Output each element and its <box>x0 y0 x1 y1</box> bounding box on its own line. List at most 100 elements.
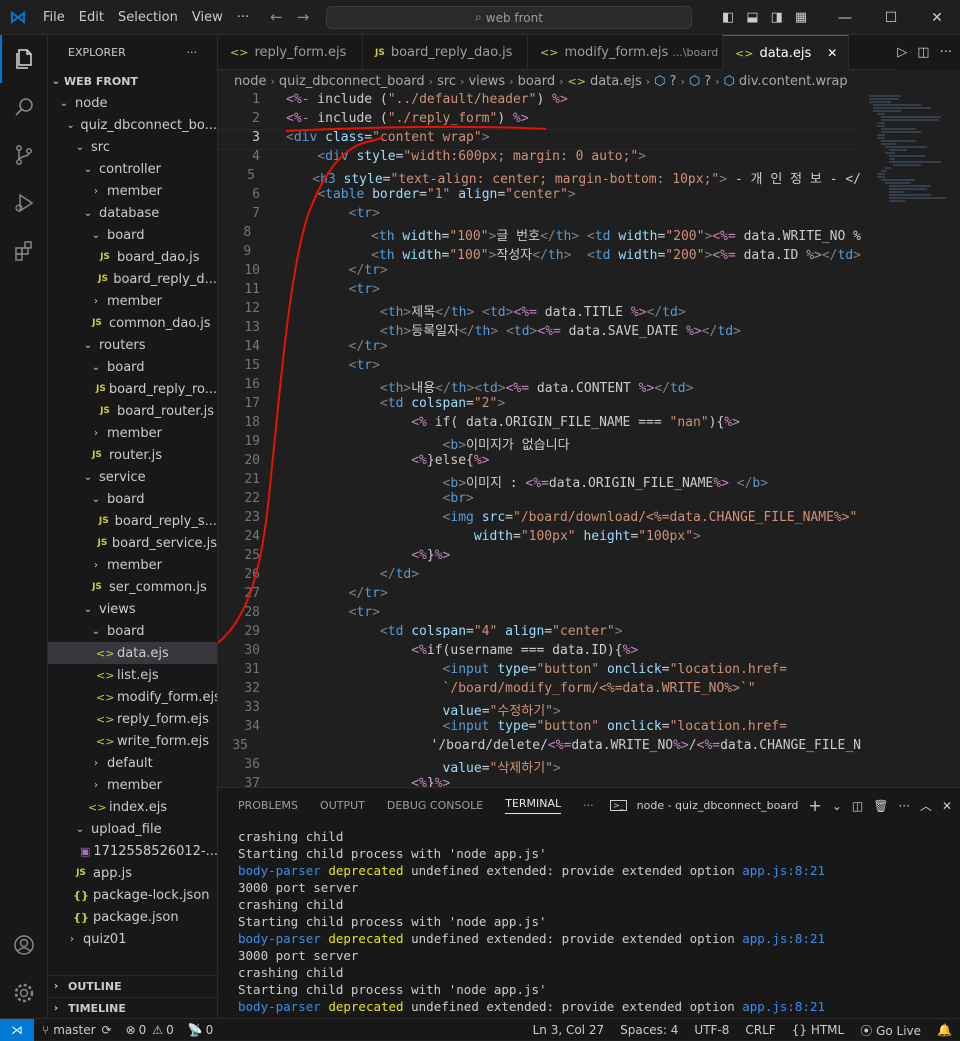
maximize-panel-icon[interactable]: ︿ <box>920 797 932 814</box>
tree-file[interactable]: JS ser_common.js <box>48 576 217 598</box>
outline-section[interactable]: › OUTLINE <box>48 975 217 997</box>
remote-indicator-icon[interactable]: ⋊ <box>0 1018 34 1041</box>
panel-more-icon[interactable]: ··· <box>898 799 909 813</box>
tree-file[interactable]: JS common_dao.js <box>48 312 217 334</box>
menu-selection[interactable]: Selection <box>111 0 185 35</box>
notifications-bell-icon[interactable]: 🔔 <box>937 1023 952 1037</box>
tab-terminal[interactable]: TERMINAL <box>505 797 562 814</box>
panel-more-icon[interactable]: ··· <box>583 799 594 812</box>
tree-folder[interactable]: ⌄ upload_file <box>48 818 217 840</box>
tree-file[interactable]: {} package-lock.json <box>48 884 217 906</box>
terminal-segment[interactable]: app.js:8:21 <box>742 931 825 946</box>
tree-file[interactable]: JS app.js <box>48 862 217 884</box>
run-debug-icon[interactable] <box>0 179 48 227</box>
tree-file[interactable]: JS board_router.js <box>48 400 217 422</box>
tree-file[interactable]: <> reply_form.ejs <box>48 708 217 730</box>
minimize-icon[interactable]: — <box>822 10 868 26</box>
tree-folder[interactable]: ⌄ database <box>48 202 217 224</box>
forward-arrow-icon[interactable]: → <box>297 8 310 26</box>
tree-folder[interactable]: ⌄ src <box>48 136 217 158</box>
warning-count[interactable]: 0 <box>166 1023 174 1037</box>
menu-more[interactable]: ··· <box>230 0 256 35</box>
menu-view[interactable]: View <box>185 0 230 35</box>
tree-folder[interactable]: › member <box>48 554 217 576</box>
line-ending[interactable]: CRLF <box>745 1023 775 1037</box>
command-center-search[interactable]: ⌕ web front <box>326 6 692 29</box>
close-panel-icon[interactable]: ✕ <box>942 799 952 813</box>
tree-folder[interactable]: ⌄ board <box>48 356 217 378</box>
tree-file[interactable]: ▣ 1712558526012-... <box>48 840 217 862</box>
tree-folder[interactable]: › member <box>48 180 217 202</box>
maximize-icon[interactable]: ☐ <box>868 10 914 26</box>
chevron-down-icon: ⌄ <box>59 97 69 109</box>
customize-layout-icon[interactable]: ▦ <box>795 10 807 25</box>
sync-icon[interactable]: ⟳ <box>102 1023 112 1037</box>
go-live-button[interactable]: ⦿ Go Live <box>860 1022 921 1039</box>
toggle-sidebar-icon[interactable]: ◧ <box>722 10 734 25</box>
tree-folder[interactable]: › default <box>48 752 217 774</box>
tree-folder[interactable]: ⌄ board <box>48 488 217 510</box>
terminal-name[interactable]: node - quiz_dbconnect_board <box>637 799 799 812</box>
bottom-panel: PROBLEMS OUTPUT DEBUG CONSOLE TERMINAL ·… <box>218 787 960 1018</box>
timeline-section[interactable]: › TIMELINE <box>48 997 217 1018</box>
accounts-icon[interactable] <box>0 921 48 969</box>
tree-file[interactable]: <> write_form.ejs <box>48 730 217 752</box>
tree-folder[interactable]: ⌄ board <box>48 224 217 246</box>
ports-count[interactable]: 0 <box>206 1023 214 1037</box>
tree-folder[interactable]: ⌄ views <box>48 598 217 620</box>
tree-file[interactable]: JS board_service.js <box>48 532 217 554</box>
chevron-down-icon: ⌄ <box>91 361 101 373</box>
branch-name[interactable]: master <box>53 1023 95 1037</box>
extensions-icon[interactable] <box>0 227 48 275</box>
split-terminal-icon[interactable]: ◫ <box>852 799 863 813</box>
tree-file[interactable]: JS board_reply_ro... <box>48 378 217 400</box>
cursor-position[interactable]: Ln 3, Col 27 <box>533 1023 605 1037</box>
close-window-icon[interactable]: ✕ <box>914 10 960 26</box>
tree-folder[interactable]: › quiz01 <box>48 928 217 950</box>
trash-icon[interactable]: 🗑 <box>873 799 888 813</box>
language-mode[interactable]: {} HTML <box>792 1023 845 1037</box>
source-control-icon[interactable] <box>0 131 48 179</box>
tree-item-label: service <box>99 469 146 485</box>
terminal-segment[interactable]: app.js:8:21 <box>742 863 825 878</box>
terminal-segment[interactable]: app.js:8:21 <box>742 999 825 1014</box>
tree-folder[interactable]: ⌄ routers <box>48 334 217 356</box>
menu-edit[interactable]: Edit <box>72 0 111 35</box>
tree-folder[interactable]: › member <box>48 774 217 796</box>
tree-file[interactable]: JS board_dao.js <box>48 246 217 268</box>
indentation[interactable]: Spaces: 4 <box>620 1023 678 1037</box>
new-terminal-icon[interactable]: + <box>808 796 821 815</box>
chevron-down-icon: ⌄ <box>66 119 75 131</box>
toggle-secondary-sidebar-icon[interactable]: ◨ <box>771 10 783 25</box>
tab-debug-console[interactable]: DEBUG CONSOLE <box>387 799 483 812</box>
explorer-icon[interactable] <box>0 35 48 83</box>
tree-folder[interactable]: ⌄ service <box>48 466 217 488</box>
encoding[interactable]: UTF-8 <box>694 1023 729 1037</box>
tree-file[interactable]: <> modify_form.ejs <box>48 686 217 708</box>
tree-file[interactable]: JS board_reply_s... <box>48 510 217 532</box>
tree-file[interactable]: {} package.json <box>48 906 217 928</box>
tree-folder[interactable]: ⌄ node <box>48 92 217 114</box>
tree-file[interactable]: <> data.ejs <box>48 642 217 664</box>
chevron-down-icon[interactable]: ⌄ <box>832 799 842 813</box>
explorer-more-actions-icon[interactable]: ··· <box>187 46 198 59</box>
error-count[interactable]: 0 <box>139 1023 147 1037</box>
tree-file[interactable]: <> index.ejs <box>48 796 217 818</box>
back-arrow-icon[interactable]: ← <box>270 8 283 26</box>
tree-folder[interactable]: ⌄ controller <box>48 158 217 180</box>
menu-file[interactable]: File <box>36 0 72 35</box>
tab-output[interactable]: OUTPUT <box>320 799 365 812</box>
tree-folder[interactable]: ⌄ quiz_dbconnect_bo... <box>48 114 217 136</box>
search-view-icon[interactable] <box>0 83 48 131</box>
tree-folder[interactable]: › member <box>48 290 217 312</box>
tree-folder[interactable]: › member <box>48 422 217 444</box>
toggle-panel-icon[interactable]: ⬓ <box>746 10 758 25</box>
manage-gear-icon[interactable] <box>0 969 48 1017</box>
tree-file[interactable]: JS router.js <box>48 444 217 466</box>
tree-folder[interactable]: ⌄ board <box>48 620 217 642</box>
tab-problems[interactable]: PROBLEMS <box>238 799 298 812</box>
terminal-output[interactable]: crashing child Starting child process wit… <box>218 823 960 1016</box>
tree-file[interactable]: JS board_reply_d... <box>48 268 217 290</box>
workspace-root[interactable]: ⌄ WEB FRONT <box>48 70 217 92</box>
tree-file[interactable]: <> list.ejs <box>48 664 217 686</box>
